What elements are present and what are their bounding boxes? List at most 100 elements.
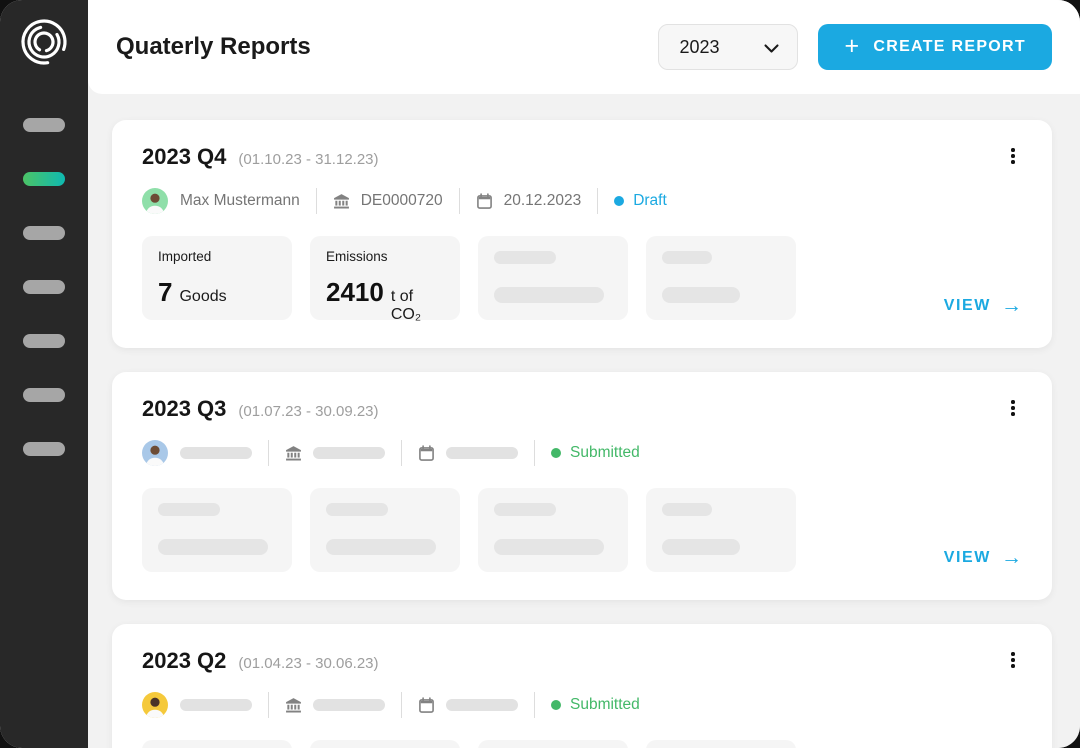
sidebar-item-4[interactable]: [23, 280, 65, 294]
divider: [597, 188, 599, 214]
stat-box-emissions: Emissions 2410 t of CO₂: [310, 236, 460, 323]
app-window: Quaterly Reports 2023 + CREATE REPORT 20…: [0, 0, 1080, 748]
bank-icon: [333, 193, 350, 210]
main-area: Quaterly Reports 2023 + CREATE REPORT 20…: [88, 0, 1080, 748]
chevron-down-icon: [764, 37, 780, 58]
stat-label: Emissions: [326, 249, 388, 264]
divider: [401, 440, 402, 466]
status-label: Draft: [633, 192, 667, 209]
divider: [268, 692, 269, 718]
divider: [315, 188, 317, 214]
stat-value: 7: [158, 277, 173, 307]
top-bar: Quaterly Reports 2023 + CREATE REPORT: [88, 0, 1080, 94]
divider: [401, 692, 402, 718]
arrow-right-icon: →: [1001, 546, 1022, 569]
report-card-q3: 2023 Q3 (01.07.23 - 30.09.23) Submitted …: [112, 372, 1052, 600]
status-badge: Draft: [614, 192, 667, 210]
stat-box-placeholder: [646, 236, 796, 320]
kebab-menu-icon[interactable]: [1000, 394, 1026, 422]
registry-number-placeholder: [313, 699, 385, 711]
calendar-icon: [418, 696, 435, 714]
registry-number: DE0000720: [360, 192, 443, 209]
year-filter-select[interactable]: 2023: [658, 24, 799, 70]
calendar-icon: [418, 444, 435, 462]
status-dot-icon: [551, 700, 561, 710]
report-period: (01.07.23 - 30.09.23): [238, 403, 379, 420]
stat-box-placeholder: [310, 488, 460, 572]
report-card-q2: 2023 Q2 (01.04.23 - 30.06.23) Submitted: [112, 624, 1052, 748]
owner-avatar: [142, 440, 168, 466]
sidebar-item-6[interactable]: [23, 388, 65, 402]
stats-row: [142, 740, 1022, 748]
card-header: 2023 Q2 (01.04.23 - 30.06.23): [142, 648, 1022, 674]
card-header: 2023 Q4 (01.10.23 - 31.12.23): [142, 144, 1022, 170]
divider: [534, 692, 535, 718]
stat-value: 2410: [326, 277, 384, 307]
stat-box-placeholder: [478, 488, 628, 572]
divider: [534, 440, 535, 466]
status-badge: Submitted: [551, 696, 640, 714]
kebab-menu-icon[interactable]: [1000, 142, 1026, 170]
sidebar-item-2-active[interactable]: [23, 172, 65, 186]
sidebar-nav: [23, 118, 65, 456]
bank-icon: [285, 697, 302, 714]
stats-row: [142, 488, 1022, 572]
brand-logo-icon: [18, 16, 70, 68]
report-date-placeholder: [446, 447, 518, 459]
stat-box-placeholder: [646, 488, 796, 572]
stat-box-placeholder: [142, 488, 292, 572]
stat-unit: t of CO₂: [390, 288, 422, 323]
status-dot-icon: [614, 196, 625, 206]
report-meta-row: Submitted: [142, 440, 1022, 466]
divider: [268, 440, 269, 466]
view-label: VIEW: [943, 549, 991, 566]
top-bar-actions: 2023 + CREATE REPORT: [658, 24, 1052, 70]
sidebar-item-5[interactable]: [23, 334, 65, 348]
sidebar-item-7[interactable]: [23, 442, 65, 456]
stat-box-placeholder: [646, 740, 796, 748]
status-label: Submitted: [570, 696, 640, 713]
owner-avatar: [142, 692, 168, 718]
card-header: 2023 Q3 (01.07.23 - 30.09.23): [142, 396, 1022, 422]
report-title: 2023 Q2: [142, 648, 227, 673]
report-title: 2023 Q4: [142, 144, 227, 169]
stat-box-imported: Imported 7 Goods: [142, 236, 292, 320]
owner-name-placeholder: [180, 447, 252, 459]
status-badge: Submitted: [551, 444, 640, 462]
report-meta-row: Max Mustermann DE0000720 20.12.2023 Draf…: [142, 188, 1022, 214]
status-dot-icon: [551, 448, 561, 458]
view-report-link[interactable]: VIEW →: [944, 294, 1022, 318]
owner-avatar: [142, 188, 168, 214]
calendar-icon: [476, 192, 493, 210]
report-period: (01.04.23 - 30.06.23): [238, 655, 379, 672]
arrow-right-icon: →: [1001, 294, 1022, 317]
view-label: VIEW: [943, 297, 991, 314]
owner-name: Max Mustermann: [180, 192, 300, 209]
stat-box-placeholder: [142, 740, 292, 748]
report-title: 2023 Q3: [142, 396, 227, 421]
reports-list: 2023 Q4 (01.10.23 - 31.12.23) Max Muster…: [88, 94, 1080, 748]
create-report-label: CREATE REPORT: [873, 38, 1026, 55]
registry-number-placeholder: [313, 447, 385, 459]
sidebar-item-3[interactable]: [23, 226, 65, 240]
plus-icon: +: [844, 31, 861, 60]
stat-box-placeholder: [478, 740, 628, 748]
report-period: (01.10.23 - 31.12.23): [238, 151, 379, 168]
sidebar: [0, 0, 88, 748]
stat-box-placeholder: [478, 236, 628, 320]
report-meta-row: Submitted: [142, 692, 1022, 718]
stats-row: Imported 7 Goods Emissions 2410 t of CO₂: [142, 236, 1022, 323]
divider: [458, 188, 460, 214]
report-date: 20.12.2023: [503, 192, 582, 209]
stat-box-placeholder: [310, 740, 460, 748]
stat-label: Imported: [158, 249, 212, 264]
kebab-menu-icon[interactable]: [1000, 646, 1026, 674]
report-date-placeholder: [446, 699, 518, 711]
report-card-q4: 2023 Q4 (01.10.23 - 31.12.23) Max Muster…: [112, 120, 1052, 348]
status-label: Submitted: [570, 444, 640, 461]
sidebar-item-1[interactable]: [23, 118, 65, 132]
bank-icon: [285, 445, 302, 462]
create-report-button[interactable]: + CREATE REPORT: [818, 24, 1052, 70]
owner-name-placeholder: [180, 699, 252, 711]
view-report-link[interactable]: VIEW →: [944, 546, 1022, 570]
